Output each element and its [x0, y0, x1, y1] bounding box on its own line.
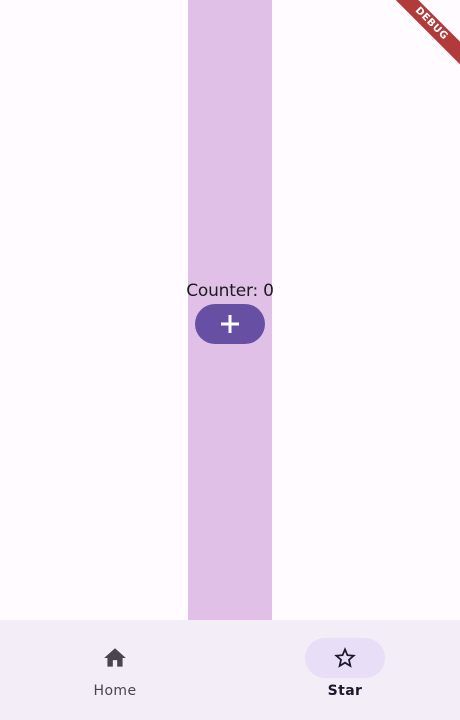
nav-label-home: Home — [93, 683, 137, 699]
nav-label-star: Star — [327, 683, 363, 699]
counter-group: Counter: 0 — [0, 281, 460, 344]
bottom-navigation-bar: Home Star — [0, 620, 460, 720]
star-outline-icon — [334, 647, 356, 668]
increment-button[interactable] — [195, 304, 265, 344]
body-area: Counter: 0 — [0, 0, 460, 620]
counter-label: Counter: 0 — [186, 281, 274, 301]
nav-item-star[interactable]: Star — [230, 620, 460, 720]
nav-item-home[interactable]: Home — [0, 620, 230, 720]
app-window: Counter: 0 Home Star DEBUG — [0, 0, 460, 720]
nav-indicator-home — [75, 638, 155, 678]
plus-icon — [221, 315, 239, 333]
nav-indicator-star — [305, 638, 385, 678]
home-icon — [104, 648, 126, 667]
